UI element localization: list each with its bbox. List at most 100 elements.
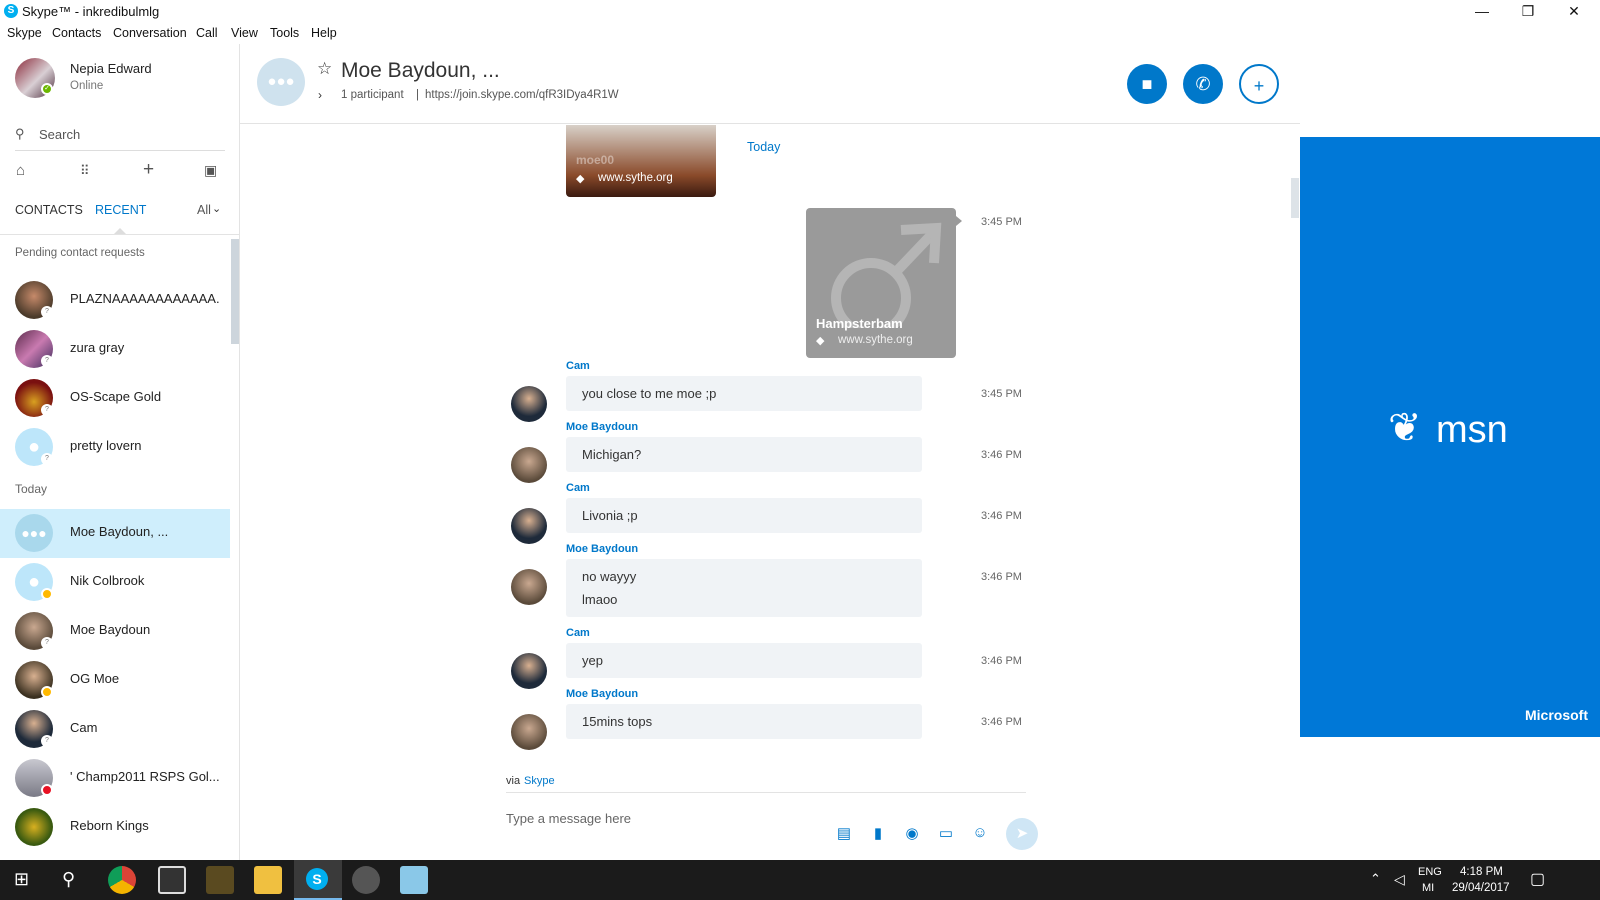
sender-avatar[interactable] bbox=[511, 714, 547, 750]
pending-status-icon: ? bbox=[41, 453, 53, 465]
clock-time[interactable]: 4:18 PM bbox=[1460, 866, 1503, 878]
emoji-icon[interactable]: ☺ bbox=[970, 824, 990, 842]
recent-item[interactable]: ' Champ2011 RSPS Gol... bbox=[0, 754, 230, 803]
tab-recent[interactable]: RECENT bbox=[95, 203, 146, 217]
language-primary[interactable]: ENG bbox=[1418, 866, 1442, 878]
bubble-tail bbox=[956, 216, 962, 226]
recent-item[interactable]: ? Cam bbox=[0, 705, 230, 754]
message-sender[interactable]: Moe Baydoun bbox=[566, 688, 638, 700]
windows-start-icon[interactable]: ⊞ bbox=[14, 869, 29, 890]
filter-dropdown[interactable]: All bbox=[197, 203, 211, 217]
home-icon[interactable]: ⌂ bbox=[16, 162, 25, 179]
send-contact-icon[interactable]: ▭ bbox=[936, 824, 956, 842]
contact-name: Moe Baydoun bbox=[70, 622, 151, 637]
pending-contact-item[interactable]: ● ? pretty lovern bbox=[0, 423, 230, 472]
group-avatar-icon[interactable]: ●●● bbox=[257, 58, 305, 106]
favorite-star-icon[interactable]: ☆ bbox=[317, 59, 332, 79]
menu-conversation[interactable]: Conversation bbox=[113, 26, 187, 40]
send-button[interactable]: ➤ bbox=[1006, 818, 1038, 850]
search-placeholder[interactable]: Search bbox=[39, 127, 80, 142]
menu-view[interactable]: View bbox=[231, 26, 258, 40]
skype-taskbar-button[interactable]: S bbox=[294, 860, 342, 900]
chevron-right-icon[interactable]: › bbox=[318, 88, 322, 102]
menu-help[interactable]: Help bbox=[311, 26, 337, 40]
chevron-up-icon[interactable]: ⌃ bbox=[1370, 871, 1381, 887]
tab-contacts[interactable]: CONTACTS bbox=[15, 203, 83, 217]
sender-avatar[interactable] bbox=[511, 569, 547, 605]
video-call-button[interactable]: ■ bbox=[1127, 64, 1167, 104]
contact-card-icon[interactable]: ▣ bbox=[204, 162, 217, 179]
contact-name: ' Champ2011 RSPS Gol... bbox=[70, 769, 220, 784]
chrome-icon[interactable] bbox=[108, 866, 136, 894]
video-message-icon[interactable]: ◉ bbox=[902, 824, 922, 842]
search-icon[interactable]: ⚲ bbox=[62, 869, 75, 890]
send-icon: ➤ bbox=[1015, 825, 1029, 842]
volume-icon[interactable]: ◁ bbox=[1394, 871, 1405, 888]
menu-call[interactable]: Call bbox=[196, 26, 218, 40]
recent-item-selected[interactable]: ●●● Moe Baydoun, ... bbox=[0, 509, 230, 558]
message-bubble[interactable]: yep bbox=[566, 643, 922, 678]
close-button[interactable]: ✕ bbox=[1552, 0, 1596, 24]
message-input[interactable]: Type a message here bbox=[506, 811, 631, 826]
pending-status-icon: ? bbox=[41, 306, 53, 318]
contact-name: Moe Baydoun, ... bbox=[70, 524, 169, 539]
calculator-icon[interactable] bbox=[158, 866, 186, 894]
pending-contact-item[interactable]: ? zura gray bbox=[0, 325, 230, 374]
search-box[interactable]: ⚲ Search bbox=[15, 123, 225, 151]
join-link[interactable]: https://join.skype.com/qfR3IDya4R1W bbox=[425, 89, 619, 101]
file-icon[interactable]: ▮ bbox=[868, 824, 888, 842]
notification-icon[interactable]: ▢ bbox=[1530, 869, 1545, 889]
conversation-title[interactable]: Moe Baydoun, ... bbox=[341, 59, 500, 83]
sender-avatar[interactable] bbox=[511, 508, 547, 544]
maximize-button[interactable]: ❐ bbox=[1506, 0, 1550, 24]
participant-count[interactable]: 1 participant bbox=[341, 89, 404, 101]
away-status-icon bbox=[41, 588, 53, 600]
menu-skype[interactable]: Skype bbox=[7, 26, 42, 40]
message-bubble[interactable]: Livonia ;p bbox=[566, 498, 922, 533]
notepad-icon[interactable] bbox=[400, 866, 428, 894]
minimize-button[interactable]: — bbox=[1460, 0, 1504, 24]
app-icon[interactable] bbox=[352, 866, 380, 894]
recent-item[interactable]: ? Moe Baydoun bbox=[0, 607, 230, 656]
advertisement-panel[interactable]: ❦ msn Microsoft bbox=[1300, 137, 1600, 737]
add-icon[interactable]: + bbox=[143, 159, 154, 181]
message-sender[interactable]: Cam bbox=[566, 360, 590, 372]
link-preview-card[interactable]: Hampsterbam ◆ www.sythe.org bbox=[806, 208, 956, 358]
add-participant-button[interactable]: + bbox=[1239, 64, 1279, 104]
message-bubble[interactable]: no wayyy lmaoo bbox=[566, 559, 922, 617]
recent-item[interactable]: Reborn Kings bbox=[0, 803, 230, 852]
profile-name[interactable]: Nepia Edward bbox=[70, 61, 152, 76]
via-skype-link[interactable]: Skype bbox=[524, 775, 555, 787]
sender-avatar[interactable] bbox=[511, 653, 547, 689]
image-icon[interactable]: ▤ bbox=[834, 824, 854, 842]
message-sender[interactable]: Moe Baydoun bbox=[566, 543, 638, 555]
os-scape-icon[interactable] bbox=[206, 866, 234, 894]
message-sender[interactable]: Cam bbox=[566, 627, 590, 639]
message-bubble[interactable]: 15mins tops bbox=[566, 704, 922, 739]
pending-contact-item[interactable]: ? OS-Scape Gold bbox=[0, 374, 230, 423]
message-sender[interactable]: Cam bbox=[566, 482, 590, 494]
recent-item[interactable]: OG Moe bbox=[0, 656, 230, 705]
pending-contact-item[interactable]: ? PLAZNAAAAAAAAAAAA... bbox=[0, 276, 230, 325]
message-sender[interactable]: Moe Baydoun bbox=[566, 421, 638, 433]
dialpad-icon[interactable]: ⠿ bbox=[80, 163, 90, 179]
menu-tools[interactable]: Tools bbox=[270, 26, 299, 40]
chevron-down-icon[interactable]: ⌄ bbox=[212, 202, 221, 215]
sender-avatar[interactable] bbox=[511, 386, 547, 422]
message-time: 3:46 PM bbox=[981, 449, 1022, 461]
profile-status[interactable]: Online bbox=[70, 80, 103, 92]
file-explorer-icon[interactable] bbox=[254, 866, 282, 894]
menu-contacts[interactable]: Contacts bbox=[52, 26, 101, 40]
link-preview-card[interactable]: moe00 ◆ www.sythe.org bbox=[566, 125, 716, 197]
audio-call-button[interactable]: ✆ bbox=[1183, 64, 1223, 104]
message-bubble[interactable]: Michigan? bbox=[566, 437, 922, 472]
sender-avatar[interactable] bbox=[511, 447, 547, 483]
chat-scrollbar[interactable] bbox=[1291, 178, 1299, 218]
group-avatar-icon: ●●● bbox=[15, 514, 53, 552]
language-secondary[interactable]: MI bbox=[1422, 882, 1434, 894]
recent-item[interactable]: ● Nik Colbrook bbox=[0, 558, 230, 607]
sidebar-scrollbar[interactable] bbox=[231, 239, 239, 344]
divider bbox=[0, 234, 239, 235]
clock-date[interactable]: 29/04/2017 bbox=[1452, 882, 1510, 894]
message-bubble[interactable]: you close to me moe ;p bbox=[566, 376, 922, 411]
